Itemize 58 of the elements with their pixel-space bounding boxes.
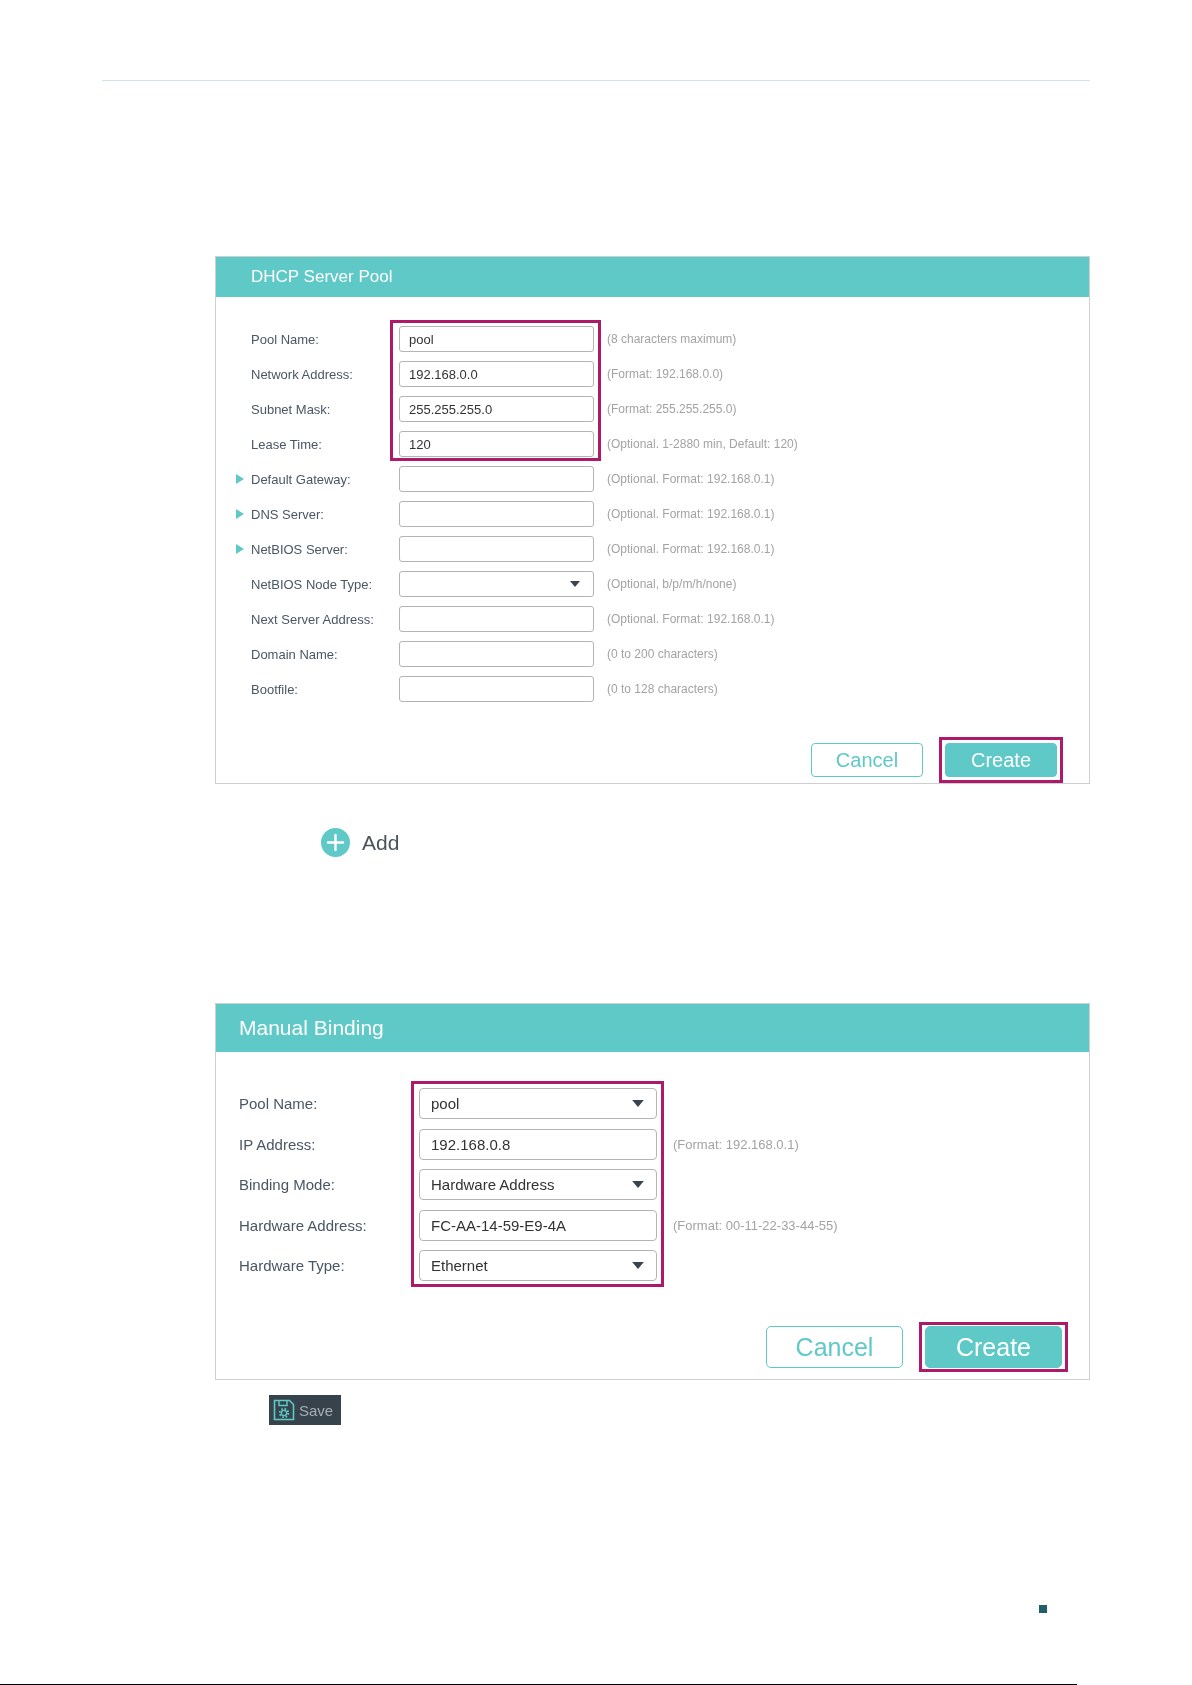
page-marker-icon xyxy=(1039,1605,1047,1613)
text-field[interactable] xyxy=(399,606,594,632)
caret-icon xyxy=(570,581,580,587)
text-field[interactable]: 255.255.255.0 xyxy=(399,396,594,422)
dropdown[interactable]: pool xyxy=(419,1088,657,1119)
field-hint: (8 characters maximum) xyxy=(607,332,738,346)
caret-icon xyxy=(632,1262,644,1269)
text-field[interactable]: 192.168.0.0 xyxy=(399,361,594,387)
field-hint: (Format: 192.168.0.0) xyxy=(607,367,725,381)
expand-caret-icon[interactable] xyxy=(236,474,244,484)
panel-title: Manual Binding xyxy=(239,1016,384,1040)
field-hint: (Format: 192.168.0.1) xyxy=(673,1136,800,1152)
field-label: Hardware Address: xyxy=(239,1216,368,1234)
field-hint: (Optional. Format: 192.168.0.1) xyxy=(607,612,776,626)
text-field[interactable]: 120 xyxy=(399,431,594,457)
field-hint: (Format: 00-11-22-33-44-55) xyxy=(673,1217,839,1233)
field-label: IP Address: xyxy=(239,1135,317,1153)
text-field[interactable] xyxy=(399,676,594,702)
save-button[interactable]: Save xyxy=(269,1395,341,1425)
field-hint: (Format: 255.255.255.0) xyxy=(607,402,738,416)
field-hint: (Optional. Format: 192.168.0.1) xyxy=(607,507,776,521)
expand-caret-icon[interactable] xyxy=(236,544,244,554)
field-label: Lease Time: xyxy=(251,436,323,452)
dropdown[interactable] xyxy=(399,571,594,597)
text-field[interactable]: 192.168.0.8 xyxy=(419,1128,657,1160)
panel-title: DHCP Server Pool xyxy=(251,267,393,287)
text-field[interactable]: pool xyxy=(399,326,594,352)
dropdown[interactable]: Hardware Address xyxy=(419,1169,657,1200)
field-label: Domain Name: xyxy=(251,646,339,662)
caret-icon xyxy=(632,1181,644,1188)
field-label: Bootfile: xyxy=(251,681,299,697)
text-field[interactable] xyxy=(399,641,594,667)
field-hint: (0 to 128 characters) xyxy=(607,682,719,696)
field-label: Next Server Address: xyxy=(251,611,375,627)
field-hint: (Optional. Format: 192.168.0.1) xyxy=(607,472,776,486)
field-hint: (Optional. Format: 192.168.0.1) xyxy=(607,542,776,556)
field-label: Default Gateway: xyxy=(251,471,352,487)
dropdown[interactable]: Ethernet xyxy=(419,1250,657,1281)
field-hint: (0 to 200 characters) xyxy=(607,647,719,661)
field-label: NetBIOS Node Type: xyxy=(251,576,374,592)
field-label: Binding Mode: xyxy=(239,1176,336,1193)
field-label: Pool Name: xyxy=(239,1095,319,1112)
text-field[interactable]: FC-AA-14-59-E9-4A xyxy=(419,1209,657,1241)
field-label: DNS Server: xyxy=(251,506,325,522)
field-label: Network Address: xyxy=(251,366,354,382)
field-label: Pool Name: xyxy=(251,331,320,347)
caret-icon xyxy=(632,1100,644,1107)
field-label: Subnet Mask: xyxy=(251,401,332,417)
add-button[interactable]: Add xyxy=(321,828,400,857)
text-field[interactable] xyxy=(399,501,594,527)
field-label: NetBIOS Server: xyxy=(251,541,349,557)
plus-circle-icon xyxy=(321,828,350,857)
field-hint: (Optional, b/p/m/h/none) xyxy=(607,577,738,591)
expand-caret-icon[interactable] xyxy=(236,509,244,519)
text-field[interactable] xyxy=(399,536,594,562)
field-hint: (Optional. 1-2880 min, Default: 120) xyxy=(607,437,799,451)
text-field[interactable] xyxy=(399,466,594,492)
field-label: Hardware Type: xyxy=(239,1257,346,1274)
